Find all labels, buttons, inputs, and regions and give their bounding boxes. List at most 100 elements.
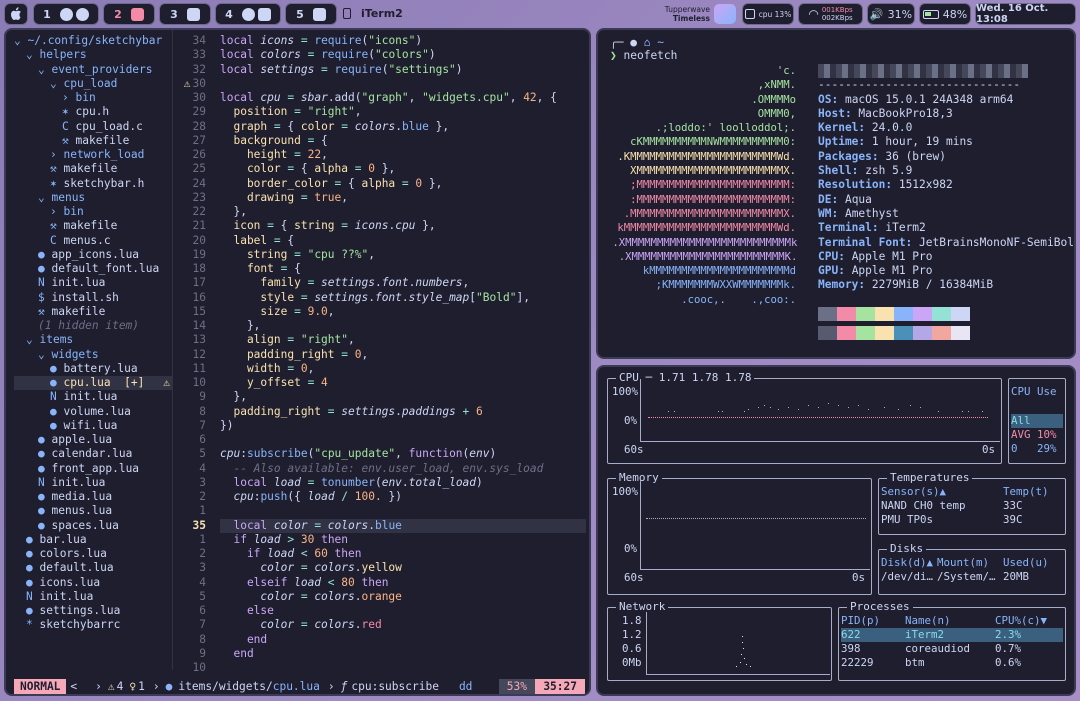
tree-file[interactable]: ● colors.lua — [14, 547, 172, 561]
code-line[interactable]: padding_right = settings.paddings + 6 — [220, 405, 586, 419]
tree-file[interactable]: N init.lua — [14, 476, 172, 490]
tree-folder[interactable]: ⌄ menus — [14, 191, 172, 205]
tree-file[interactable]: $ install.sh — [14, 291, 172, 305]
code-line[interactable]: height = 22, — [220, 148, 586, 162]
clock-widget[interactable]: Wed. 16 Oct. 13:08 — [975, 3, 1076, 25]
code-line[interactable]: color = colors.yellow — [220, 561, 586, 575]
code-line[interactable] — [220, 661, 586, 675]
code-line[interactable]: }, — [220, 319, 586, 333]
media-widget[interactable]: Tupperwave Timeless — [660, 5, 710, 23]
cpu-graph-box[interactable]: CPU ─ 1.71 1.78 1.78 100% 0% 60s 0s — [607, 371, 1002, 464]
apple-menu-button[interactable] — [4, 3, 28, 25]
tree-folder[interactable]: › network_load — [14, 148, 172, 162]
code-line[interactable]: end — [220, 633, 586, 647]
volume-widget[interactable]: 🔊 31% — [867, 3, 915, 25]
code-line[interactable]: local settings = require("settings") — [220, 63, 586, 77]
tree-file[interactable]: N init.lua — [14, 276, 172, 290]
code-line[interactable]: else — [220, 604, 586, 618]
tree-file[interactable]: ● apple.lua — [14, 433, 172, 447]
code-line[interactable]: position = "right", — [220, 105, 586, 119]
tree-file[interactable]: ● cpu.lua [+] ⚠ — [14, 376, 172, 391]
tree-file[interactable]: ● bar.lua — [14, 533, 172, 547]
battery-widget[interactable]: 48% — [919, 3, 971, 25]
code-line[interactable]: family = settings.font.numbers, — [220, 276, 586, 290]
code-line[interactable]: }) — [220, 419, 586, 433]
tree-folder[interactable]: ⌄ widgets — [14, 348, 172, 362]
code-line[interactable] — [220, 433, 586, 447]
tree-file[interactable]: ● calendar.lua — [14, 447, 172, 461]
code-line[interactable]: color = colors.orange — [220, 590, 586, 604]
neofetch-window[interactable]: ╭─ ● ⌂ ~ ❯ neofetch 'c. ,xNMM. .OMMMMo O… — [596, 28, 1076, 359]
btop-window[interactable]: CPU ─ 1.71 1.78 1.78 100% 0% 60s 0s CPU … — [596, 365, 1076, 696]
disks-box[interactable]: Disks Disk(d)▲ Mount(m) Used(u) /dev/di…… — [878, 542, 1066, 595]
tree-folder[interactable]: ⌄ event_providers — [14, 63, 172, 77]
tree-file[interactable]: ● spaces.lua — [14, 519, 172, 533]
tree-file[interactable]: ● menus.lua — [14, 504, 172, 518]
tree-file[interactable]: C cpu_load.c — [14, 120, 172, 134]
code-line[interactable]: border_color = { alpha = 0 }, — [220, 177, 586, 191]
tree-file[interactable]: ● battery.lua — [14, 362, 172, 376]
temps-header-temp[interactable]: Temp(t) — [1003, 485, 1049, 499]
code-line[interactable]: drawing = true, — [220, 191, 586, 205]
code-line[interactable]: end — [220, 647, 586, 661]
memory-box[interactable]: Memory 100% 0% 60s 0s — [607, 471, 872, 595]
nvim-window[interactable]: ⌄ ~/.config/sketchybar ⌄ helpers ⌄ event_p… — [4, 28, 591, 696]
code-line[interactable]: icon = { string = icons.cpu }, — [220, 219, 586, 233]
tree-file[interactable]: ⚒ makefile — [14, 162, 172, 176]
cpu-all-row[interactable]: All — [1011, 414, 1063, 428]
workspace-2[interactable]: 2 — [103, 3, 155, 25]
code-line[interactable]: align = "right", — [220, 333, 586, 347]
tree-file[interactable]: ● settings.lua — [14, 604, 172, 618]
front-app[interactable]: iTerm2 — [343, 7, 403, 20]
workspace-1[interactable]: 1 — [33, 3, 99, 25]
code-line[interactable]: style = settings.font.style_map["Bold"], — [220, 291, 586, 305]
tree-folder[interactable]: ⌄ ~/.config/sketchybar — [14, 34, 172, 48]
tree-folder[interactable]: › bin — [14, 91, 172, 105]
tree-file[interactable]: ● front_app.lua — [14, 462, 172, 476]
tree-folder[interactable]: ⌄ cpu_load — [14, 77, 172, 91]
code-editor[interactable]: local icons = require("icons") local colo… — [220, 34, 586, 675]
code-line[interactable]: label = { — [220, 234, 586, 248]
file-tree[interactable]: ⌄ ~/.config/sketchybar ⌄ helpers ⌄ event_p… — [14, 34, 172, 633]
tree-folder[interactable]: ⌄ helpers — [14, 48, 172, 62]
code-line[interactable]: local cpu = sbar.add("graph", "widgets.c… — [220, 91, 586, 105]
disks-header-mount[interactable]: Mount(m) — [937, 556, 989, 570]
disks-header-used[interactable]: Used(u) — [1003, 556, 1049, 570]
tree-file[interactable]: ⚒ makefile — [14, 134, 172, 148]
code-line[interactable]: graph = { color = colors.blue }, — [220, 120, 586, 134]
workspace-5[interactable]: 5 — [285, 3, 337, 25]
temperatures-box[interactable]: Temperatures Sensor(s)▲ Temp(t) NAND CH0… — [878, 471, 1066, 535]
tree-file[interactable]: * sketchybarrc — [14, 618, 172, 632]
code-line[interactable]: size = 9.0, — [220, 305, 586, 319]
code-line[interactable] — [220, 77, 586, 91]
workspace-3[interactable]: 3 — [159, 3, 211, 25]
tree-file[interactable]: ✶ sketchybar.h — [14, 177, 172, 191]
proc-header-cpu[interactable]: CPU%(c)▼ — [995, 614, 1047, 628]
tree-file[interactable]: ⚒ makefile — [14, 219, 172, 233]
code-line[interactable]: local load = tonumber(env.total_load) — [220, 476, 586, 490]
workspace-4[interactable]: 4 — [215, 3, 281, 25]
tree-file[interactable]: ✶ cpu.h — [14, 105, 172, 119]
code-line[interactable]: local color = colors.blue — [220, 518, 586, 533]
tree-file[interactable]: (1 hidden item) — [14, 319, 172, 333]
code-line[interactable]: local icons = require("icons") — [220, 34, 586, 48]
proc-header-name[interactable]: Name(n) — [905, 614, 951, 628]
code-line[interactable]: elseif load < 80 then — [220, 576, 586, 590]
code-line[interactable]: if load > 30 then — [220, 533, 586, 547]
tree-file[interactable]: ● default.lua — [14, 561, 172, 575]
code-line[interactable]: width = 0, — [220, 362, 586, 376]
code-line[interactable] — [220, 504, 586, 518]
processes-box[interactable]: Processes PID(p) Name(n) CPU%(c)▼ 622 iT… — [838, 600, 1066, 681]
tree-file[interactable]: ● icons.lua — [14, 576, 172, 590]
disks-header-disk[interactable]: Disk(d)▲ — [881, 556, 933, 570]
proc-header-pid[interactable]: PID(p) — [841, 614, 880, 628]
code-line[interactable]: padding_right = 0, — [220, 348, 586, 362]
code-line[interactable]: color = { alpha = 0 }, — [220, 162, 586, 176]
proc-row-selected[interactable] — [841, 628, 1063, 642]
code-line[interactable]: }, — [220, 390, 586, 404]
tree-file[interactable]: ● app_icons.lua — [14, 248, 172, 262]
code-line[interactable]: cpu:push({ load / 100. }) — [220, 490, 586, 504]
tree-file[interactable]: ● media.lua — [14, 490, 172, 504]
tree-file[interactable]: C menus.c — [14, 234, 172, 248]
code-line[interactable]: background = { — [220, 134, 586, 148]
